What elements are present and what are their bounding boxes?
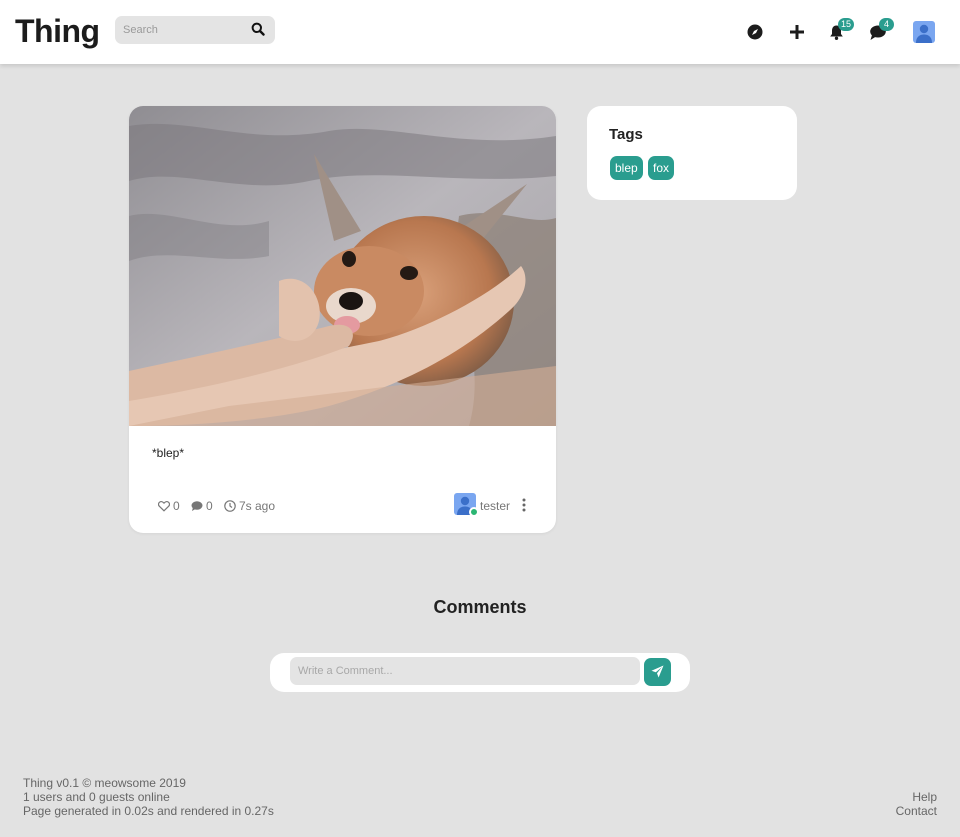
- tags-title: Tags: [609, 126, 643, 143]
- footer-info: Thing v0.1 © meowsome 2019 1 users and 0…: [23, 776, 274, 818]
- tag-blep[interactable]: blep: [610, 156, 643, 180]
- search-input[interactable]: [115, 16, 245, 44]
- author-name[interactable]: tester: [480, 499, 510, 513]
- messages-badge: 4: [879, 18, 894, 31]
- footer-online: 1 users and 0 guests online: [23, 790, 170, 804]
- comment-input[interactable]: [290, 657, 640, 685]
- top-navbar: Thing 15 4: [0, 0, 960, 64]
- send-comment-button[interactable]: [644, 658, 671, 686]
- heart-icon: [158, 501, 170, 512]
- contact-link[interactable]: Contact: [896, 804, 937, 818]
- comment-icon: [191, 501, 203, 511]
- search-icon[interactable]: [251, 22, 265, 36]
- footer-links: Help Contact: [896, 790, 937, 818]
- compass-icon[interactable]: [746, 23, 764, 41]
- plus-icon[interactable]: [788, 23, 806, 41]
- tags-card: Tags blep fox: [587, 106, 797, 200]
- user-silhouette-icon: [916, 24, 932, 43]
- paper-plane-icon: [651, 665, 664, 678]
- time-ago: 7s ago: [239, 499, 276, 513]
- tag-fox[interactable]: fox: [648, 156, 675, 180]
- comment-count: 0: [206, 499, 213, 513]
- post-card: *blep* 0 0 7s ago tester: [129, 106, 556, 533]
- footer-version: Thing v0.1 © meowsome 2019: [23, 776, 186, 790]
- more-options-icon[interactable]: [521, 498, 527, 512]
- comments-heading: Comments: [433, 597, 527, 617]
- search-box: [115, 16, 275, 44]
- messages-button[interactable]: 4: [869, 18, 894, 42]
- post-caption: *blep*: [152, 446, 185, 460]
- like-count: 0: [173, 499, 180, 513]
- online-indicator: [469, 507, 479, 517]
- site-logo[interactable]: Thing: [15, 13, 100, 50]
- post-image[interactable]: [129, 106, 556, 426]
- comment-form: [270, 653, 690, 692]
- notifications-button[interactable]: 15: [828, 18, 855, 42]
- clock-icon: [224, 500, 236, 512]
- notifications-badge: 15: [838, 18, 855, 31]
- footer-generated: Page generated in 0.02s and rendered in …: [23, 804, 274, 818]
- help-link[interactable]: Help: [896, 790, 937, 804]
- user-avatar[interactable]: [913, 21, 935, 43]
